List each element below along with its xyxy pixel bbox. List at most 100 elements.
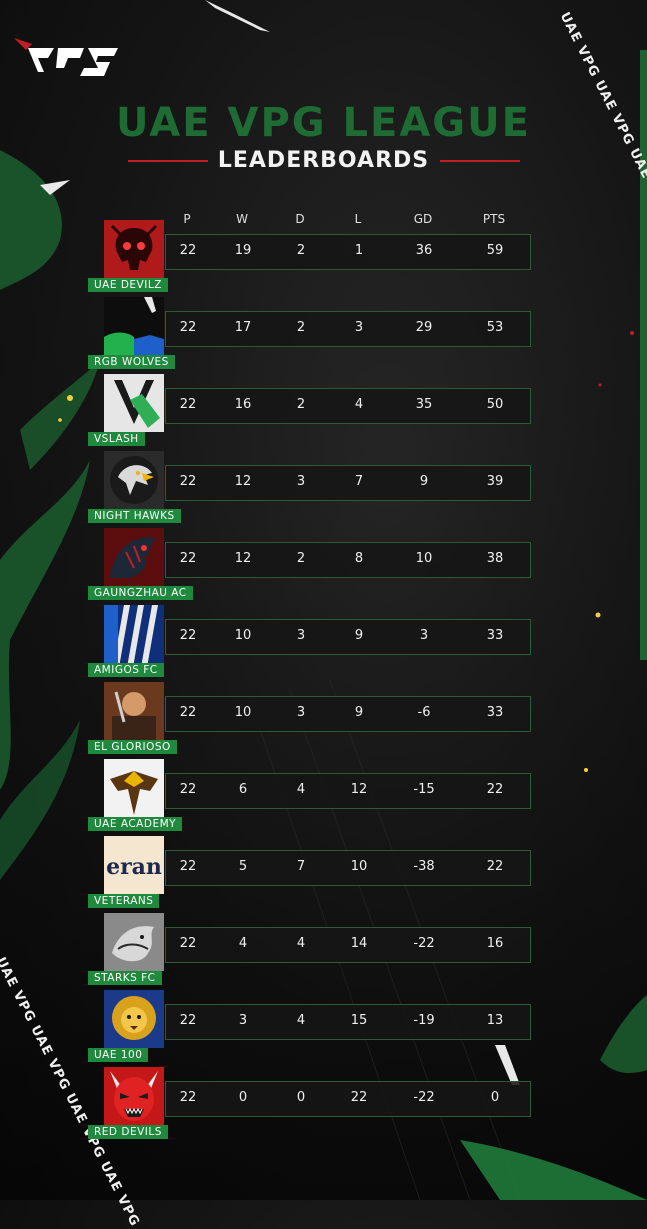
stat-pts: 53 xyxy=(486,320,504,335)
stat-p: 22 xyxy=(179,1090,197,1105)
stat-bar: 22 3 4 15 -19 13 xyxy=(165,1004,531,1040)
team-name-label: AMIGOS FC xyxy=(88,663,164,677)
stat-gd: -6 xyxy=(417,705,431,720)
stat-p: 22 xyxy=(179,320,197,335)
team-name-label: VETERANS xyxy=(88,894,160,908)
team-name-label: EL GLORIOSO xyxy=(88,740,177,754)
stat-pts: 13 xyxy=(486,1013,504,1028)
stat-d: 3 xyxy=(296,628,306,643)
stat-l: 3 xyxy=(354,320,364,335)
stat-w: 12 xyxy=(234,474,252,489)
stat-pts: 22 xyxy=(486,782,504,797)
stat-l: 12 xyxy=(350,782,368,797)
red-skull-icon xyxy=(104,220,164,278)
stat-l: 10 xyxy=(350,859,368,874)
stat-l: 9 xyxy=(354,705,364,720)
table-row: 22 12 2 8 10 38 GAUNGZHAU AC xyxy=(0,528,647,604)
stat-l: 9 xyxy=(354,628,364,643)
table-row: 22 10 3 9 -6 33 EL GLORIOSO xyxy=(0,682,647,758)
stat-d: 7 xyxy=(296,859,306,874)
stat-p: 22 xyxy=(179,397,197,412)
stat-w: 19 xyxy=(234,243,252,258)
veterans-text-icon: eran xyxy=(104,836,164,894)
stat-l: 22 xyxy=(350,1090,368,1105)
stat-w: 6 xyxy=(238,782,248,797)
table-row: 22 10 3 9 3 33 AMIGOS FC xyxy=(0,605,647,681)
stat-bar: 22 10 3 9 3 33 xyxy=(165,619,531,655)
dragon-icon xyxy=(104,528,164,586)
stat-bar: 22 16 2 4 35 50 xyxy=(165,388,531,424)
page-subtitle: LEADERBOARDS xyxy=(217,148,430,173)
stat-bar: 22 19 2 1 36 59 xyxy=(165,234,531,270)
stat-w: 0 xyxy=(238,1090,248,1105)
stat-bar: 22 5 7 10 -38 22 xyxy=(165,850,531,886)
stat-gd: -19 xyxy=(413,1013,435,1028)
veterans-logo-text: eran xyxy=(106,854,162,880)
page-title: UAE VPG LEAGUE xyxy=(116,100,531,146)
stat-bar: 22 0 0 22 -22 0 xyxy=(165,1081,531,1117)
stat-l: 7 xyxy=(354,474,364,489)
team-name-label: RED DEVILS xyxy=(88,1125,168,1139)
table-row: 22 4 4 14 -22 16 STARKS FC xyxy=(0,913,647,989)
team-name-label: UAE 100 xyxy=(88,1048,149,1062)
v-slash-icon xyxy=(104,374,164,432)
stat-gd: -38 xyxy=(413,859,435,874)
table-row: 22 0 0 22 -22 0 RED DEVILS xyxy=(0,1067,647,1143)
stripes-icon xyxy=(104,605,164,663)
stat-gd: 9 xyxy=(419,474,429,489)
direwolf-icon xyxy=(104,913,164,971)
table-row: 22 12 3 7 9 39 NIGHT HAWKS xyxy=(0,451,647,527)
lion-icon xyxy=(104,990,164,1048)
stat-gd: 29 xyxy=(415,320,433,335)
stat-pts: 16 xyxy=(486,936,504,951)
stat-d: 2 xyxy=(296,320,306,335)
table-row: 22 17 2 3 29 53 RGB WOLVES xyxy=(0,297,647,373)
hawk-icon xyxy=(104,451,164,509)
stat-p: 22 xyxy=(179,859,197,874)
stat-l: 8 xyxy=(354,551,364,566)
stat-p: 22 xyxy=(179,936,197,951)
stat-gd: 10 xyxy=(415,551,433,566)
stat-l: 4 xyxy=(354,397,364,412)
stat-pts: 33 xyxy=(486,628,504,643)
stat-w: 10 xyxy=(234,705,252,720)
stat-l: 1 xyxy=(354,243,364,258)
team-name-label: VSLASH xyxy=(88,432,145,446)
stat-bar: 22 12 3 7 9 39 xyxy=(165,465,531,501)
stat-d: 2 xyxy=(296,397,306,412)
red-devil-icon xyxy=(104,1067,164,1125)
team-name-label: NIGHT HAWKS xyxy=(88,509,181,523)
stat-d: 2 xyxy=(296,551,306,566)
stat-pts: 0 xyxy=(490,1090,500,1105)
stat-bar: 22 12 2 8 10 38 xyxy=(165,542,531,578)
stat-d: 3 xyxy=(296,474,306,489)
team-name-label: RGB WOLVES xyxy=(88,355,175,369)
team-name-label: GAUNGZHAU AC xyxy=(88,586,193,600)
subtitle-block: LEADERBOARDS xyxy=(0,148,647,178)
stat-pts: 39 xyxy=(486,474,504,489)
wolf-icon xyxy=(104,297,164,355)
stat-bar: 22 6 4 12 -15 22 xyxy=(165,773,531,809)
table-row: 22 6 4 12 -15 22 UAE ACADEMY xyxy=(0,759,647,835)
stat-pts: 59 xyxy=(486,243,504,258)
stat-pts: 22 xyxy=(486,859,504,874)
stat-gd: -22 xyxy=(413,1090,435,1105)
stat-w: 10 xyxy=(234,628,252,643)
team-name-label: UAE ACADEMY xyxy=(88,817,183,831)
stat-p: 22 xyxy=(179,705,197,720)
stat-gd: 36 xyxy=(415,243,433,258)
divider-right xyxy=(440,160,520,162)
table-row: 22 5 7 10 -38 22 eran VETERANS xyxy=(0,836,647,912)
stat-bar: 22 4 4 14 -22 16 xyxy=(165,927,531,963)
team-name-label: UAE DEVILZ xyxy=(88,278,168,292)
stat-l: 14 xyxy=(350,936,368,951)
stat-p: 22 xyxy=(179,628,197,643)
stat-gd: 3 xyxy=(419,628,429,643)
stat-pts: 33 xyxy=(486,705,504,720)
stat-w: 5 xyxy=(238,859,248,874)
table-row: 22 16 2 4 35 50 VSLASH xyxy=(0,374,647,450)
stat-p: 22 xyxy=(179,782,197,797)
stat-w: 4 xyxy=(238,936,248,951)
stat-p: 22 xyxy=(179,474,197,489)
stat-d: 4 xyxy=(296,782,306,797)
